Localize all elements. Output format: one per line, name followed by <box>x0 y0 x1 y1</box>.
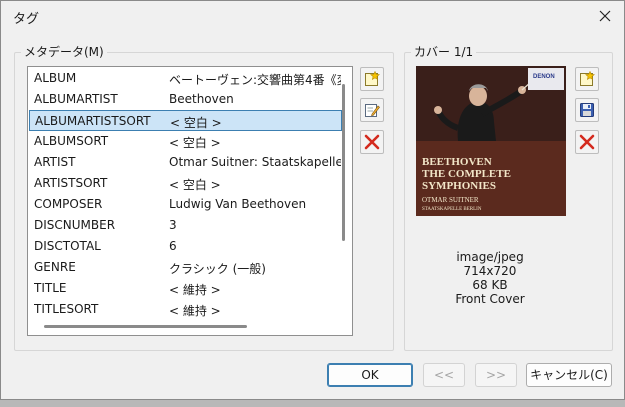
metadata-value: < 空白 > <box>169 136 221 150</box>
metadata-row[interactable]: TITLESORT < 維持 > <box>29 299 342 320</box>
metadata-value: Beethoven <box>169 92 234 106</box>
save-cover-icon <box>580 103 594 117</box>
ok-button[interactable]: OK <box>327 363 413 387</box>
horizontal-scrollbar[interactable] <box>44 325 247 328</box>
metadata-key: DISCNUMBER <box>34 218 116 232</box>
metadata-key: ARTISTSORT <box>34 176 108 190</box>
metadata-key: COMPOSER <box>34 197 103 211</box>
metadata-value: < 維持 > <box>169 283 221 297</box>
save-cover-button[interactable] <box>575 98 599 122</box>
add-cover-icon <box>580 71 595 86</box>
tag-dialog: タグ メタデータ(M) TITLESORT < 維持 > TITLE < 維持 > GE… <box>0 0 625 400</box>
cover-group-label: カバー 1/1 <box>411 45 477 59</box>
cover-title-line-3: SYMPHONIES <box>422 180 496 192</box>
edit-tag-button[interactable] <box>360 98 384 122</box>
metadata-value: 3 <box>169 218 177 232</box>
delete-tag-icon <box>364 134 380 150</box>
metadata-row[interactable]: ALBUM ベートーヴェン:交響曲第4番《変ロ <box>29 68 342 89</box>
metadata-group: メタデータ(M) TITLESORT < 維持 > TITLE < 維持 > GENRE… <box>14 45 394 351</box>
metadata-group-label: メタデータ(M) <box>21 45 107 59</box>
close-icon <box>599 10 611 22</box>
metadata-value: < 空白 > <box>169 178 221 192</box>
metadata-value: Otmar Suitner: Staatskapelle <box>169 155 341 169</box>
metadata-row[interactable]: ARTIST Otmar Suitner: Staatskapelle <box>29 152 342 173</box>
metadata-value: Ludwig Van Beethoven <box>169 197 307 211</box>
cover-conductor: OTMAR SUITNER <box>422 196 479 204</box>
title-bar: タグ <box>1 1 624 31</box>
metadata-row[interactable]: ALBUMSORT < 空白 > <box>29 131 342 152</box>
metadata-value: < 維持 > <box>169 304 221 318</box>
metadata-value: 6 <box>169 239 177 253</box>
cancel-button[interactable]: キャンセル(C) <box>526 363 612 387</box>
metadata-list[interactable]: TITLESORT < 維持 > TITLE < 維持 > GENRE クラシック (一般… <box>27 66 353 336</box>
metadata-row[interactable]: DISCTOTAL 6 <box>29 236 342 257</box>
edit-tag-icon <box>365 104 380 117</box>
dialog-title: タグ <box>13 12 40 27</box>
metadata-row[interactable]: COMPOSER Ludwig Van Beethoven <box>29 194 342 215</box>
cover-title-line-2: THE COMPLETE <box>422 168 511 180</box>
album-cover-image: DENON BEETHOVEN THE COMPLETE SYMPHONIES … <box>416 66 566 216</box>
cover-size: 68 KB <box>472 278 508 292</box>
cover-dimensions: 714x720 <box>463 264 517 278</box>
cover-orchestra: STAATSKAPELLE BERLIN <box>422 207 482 212</box>
metadata-row[interactable]: TITLE < 維持 > <box>29 278 342 299</box>
delete-cover-button[interactable] <box>575 130 599 154</box>
cover-mime: image/jpeg <box>456 250 524 264</box>
metadata-key: GENRE <box>34 260 76 274</box>
metadata-key: ARTIST <box>34 155 76 169</box>
add-cover-button[interactable] <box>575 67 599 91</box>
cover-group: カバー 1/1 DENON BEETHOVEN THE COMPLETE SYM… <box>404 45 613 351</box>
vertical-scrollbar[interactable] <box>342 84 345 241</box>
metadata-row[interactable]: ALBUMARTISTSORT < 空白 > <box>29 110 342 131</box>
prev-button[interactable]: << <box>423 363 465 387</box>
close-button[interactable] <box>592 4 618 28</box>
delete-cover-icon <box>579 134 595 150</box>
metadata-row[interactable]: DISCNUMBER 3 <box>29 215 342 236</box>
cover-label-text: DENON <box>533 74 555 80</box>
add-tag-button[interactable] <box>360 67 384 91</box>
metadata-value: クラシック (一般) <box>169 262 266 276</box>
cover-type: Front Cover <box>455 292 525 306</box>
metadata-row[interactable]: ARTISTSORT < 空白 > <box>29 173 342 194</box>
cover-info: image/jpeg 714x720 68 KB Front Cover <box>405 250 575 306</box>
metadata-key: ALBUMARTISTSORT <box>35 114 151 128</box>
album-cover-art: DENON BEETHOVEN THE COMPLETE SYMPHONIES … <box>416 66 566 216</box>
metadata-key: ALBUM <box>34 71 77 85</box>
metadata-key: ALBUMSORT <box>34 134 109 148</box>
metadata-row[interactable]: ALBUMARTIST Beethoven <box>29 89 342 110</box>
metadata-key: DISCTOTAL <box>34 239 101 253</box>
metadata-value: < 空白 > <box>170 116 222 130</box>
metadata-value: ベートーヴェン:交響曲第4番《変ロ <box>169 73 341 87</box>
metadata-key: TITLE <box>34 281 67 295</box>
metadata-key: TITLESORT <box>34 302 99 316</box>
add-tag-icon <box>365 71 380 86</box>
cover-title-line-1: BEETHOVEN <box>422 156 492 168</box>
next-button[interactable]: >> <box>475 363 517 387</box>
metadata-key: ALBUMARTIST <box>34 92 118 106</box>
delete-tag-button[interactable] <box>360 130 384 154</box>
metadata-row[interactable]: GENRE クラシック (一般) <box>29 257 342 278</box>
